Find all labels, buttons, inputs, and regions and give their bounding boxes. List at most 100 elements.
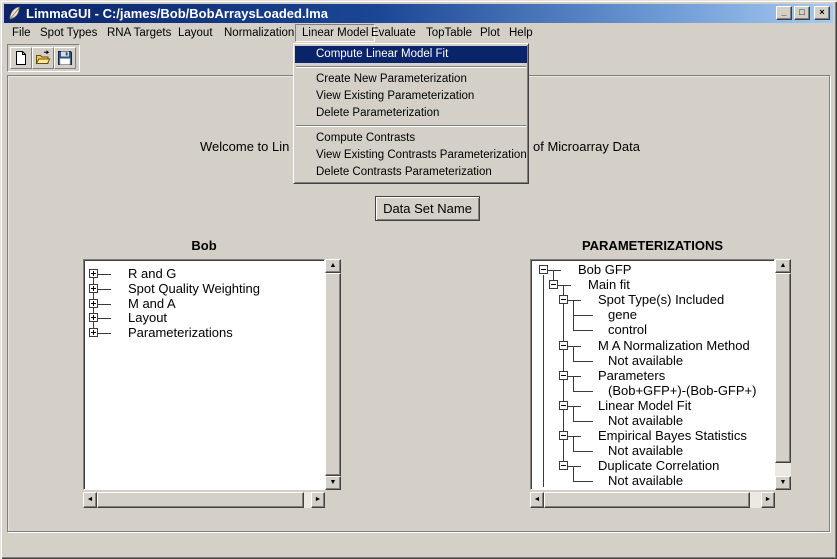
tree-line [98, 274, 111, 275]
menu-help[interactable]: Help [509, 25, 533, 41]
minimize-button[interactable]: _ [776, 6, 792, 20]
parameterizations-tree: Bob GFPMain fitSpot Type(s) Includedgene… [533, 262, 772, 487]
tree-node-label[interactable]: gene [608, 308, 637, 322]
right-vertical-scrollbar[interactable]: ▲ ▼ [775, 259, 791, 490]
tree-node-label[interactable]: Bob GFP [578, 263, 631, 277]
scroll-thumb[interactable] [97, 492, 304, 508]
tree-node-label[interactable]: Main fit [588, 278, 630, 292]
collapse-box-icon[interactable] [559, 461, 568, 470]
tree-node-label[interactable]: (Bob+GFP+)-(Bob-GFP+) [608, 384, 756, 398]
left-vertical-scrollbar[interactable]: ▲ ▼ [325, 259, 341, 490]
menu-normalization[interactable]: Normalization [224, 25, 294, 41]
expand-box-icon[interactable] [89, 284, 98, 293]
tree-node-label[interactable]: Parameterizations [128, 326, 233, 340]
scroll-left-icon[interactable]: ◄ [83, 492, 97, 508]
scroll-up-icon[interactable]: ▲ [325, 259, 341, 273]
welcome-text-left: Welcome to Lin [200, 139, 291, 155]
expand-box-icon[interactable] [89, 269, 98, 278]
window-title: LimmaGUI - C:/james/Bob/BobArraysLoaded.… [26, 6, 328, 21]
scroll-up-icon[interactable]: ▲ [775, 259, 791, 273]
open-file-icon [35, 50, 51, 66]
menu-spot-types[interactable]: Spot Types [40, 25, 97, 41]
expand-box-icon[interactable] [89, 328, 98, 337]
expand-box-icon[interactable] [89, 313, 98, 322]
menu-linear-model[interactable]: Linear Model [295, 24, 375, 42]
right-horizontal-scrollbar[interactable]: ◄ ► [530, 492, 775, 508]
menu-item-compute-linear-model-fit[interactable]: Compute Linear Model Fit [295, 46, 527, 63]
tree-node-label[interactable]: Not available [608, 354, 683, 368]
right-panel-title: PARAMETERIZATIONS [530, 238, 775, 254]
scroll-left-icon[interactable]: ◄ [530, 492, 544, 508]
menu-item-delete-contrasts-parameterization[interactable]: Delete Contrasts Parameterization [295, 164, 527, 181]
close-button[interactable]: × [814, 6, 830, 20]
linear-model-menu: Compute Linear Model Fit Create New Param… [293, 43, 529, 184]
title-bar[interactable]: LimmaGUI - C:/james/Bob/BobArraysLoaded.… [4, 4, 833, 23]
new-file-icon [13, 50, 29, 66]
parameterizations-tree-panel: Bob GFPMain fitSpot Type(s) Includedgene… [530, 259, 775, 490]
menu-item-view-existing-contrasts-parameterization[interactable]: View Existing Contrasts Parameterization [295, 147, 527, 164]
menu-file[interactable]: File [12, 25, 31, 41]
maximize-button[interactable]: □ [794, 6, 810, 20]
left-horizontal-scrollbar[interactable]: ◄ ► [83, 492, 325, 508]
toolbar [7, 44, 80, 72]
tree-node-label[interactable]: Empirical Bayes Statistics [598, 429, 747, 443]
tree-node-label[interactable]: Spot Quality Weighting [128, 282, 260, 296]
scroll-down-icon[interactable]: ▼ [775, 476, 791, 490]
tree-line [548, 270, 561, 271]
tree-node-label[interactable]: control [608, 323, 647, 337]
tree-line [573, 361, 593, 362]
menu-toptable[interactable]: TopTable [426, 25, 472, 41]
tree-node-label[interactable]: Duplicate Correlation [598, 459, 719, 473]
menu-item-compute-contrasts[interactable]: Compute Contrasts [295, 130, 527, 147]
expand-box-icon[interactable] [89, 299, 98, 308]
menu-separator [296, 125, 526, 127]
scroll-thumb[interactable] [544, 492, 750, 508]
menu-rna-targets[interactable]: RNA Targets [107, 25, 171, 41]
tree-line [573, 436, 574, 451]
save-file-button[interactable] [54, 47, 76, 69]
tree-node-label[interactable]: Not available [608, 414, 683, 428]
menu-layout[interactable]: Layout [178, 25, 213, 41]
tree-node-label[interactable]: Not available [608, 474, 683, 487]
collapse-box-icon[interactable] [559, 431, 568, 440]
tree-node-label[interactable]: Layout [128, 311, 167, 325]
tree-line [573, 391, 593, 392]
tree-node-label[interactable]: Spot Type(s) Included [598, 293, 724, 307]
menu-plot[interactable]: Plot [480, 25, 500, 41]
tree-node-label[interactable]: Not available [608, 444, 683, 458]
data-set-name-button[interactable]: Data Set Name [375, 196, 480, 221]
menu-item-delete-parameterization[interactable]: Delete Parameterization [295, 105, 527, 122]
left-panel-title: Bob [83, 238, 325, 254]
tree-line [98, 318, 111, 319]
collapse-box-icon[interactable] [539, 265, 548, 274]
tree-node-label[interactable]: Linear Model Fit [598, 399, 691, 413]
menu-evaluate[interactable]: Evaluate [371, 25, 416, 41]
tree-line [573, 406, 574, 421]
tree-line [568, 300, 581, 301]
collapse-box-icon[interactable] [549, 280, 558, 289]
menu-separator [296, 66, 526, 68]
menu-bar: File Spot Types RNA Targets Layout Normaliza… [4, 23, 833, 42]
collapse-box-icon[interactable] [559, 371, 568, 380]
tree-line [573, 421, 593, 422]
app-feather-icon [7, 6, 22, 21]
scroll-right-icon[interactable]: ► [311, 492, 325, 508]
tree-node-label[interactable]: Parameters [598, 369, 665, 383]
tree-node-label[interactable]: M and A [128, 297, 176, 311]
tree-line [573, 376, 574, 391]
scroll-right-icon[interactable]: ► [761, 492, 775, 508]
tree-node-label[interactable]: M A Normalization Method [598, 339, 750, 353]
new-file-button[interactable] [10, 47, 32, 69]
collapse-box-icon[interactable] [559, 401, 568, 410]
menu-item-view-existing-parameterization[interactable]: View Existing Parameterization [295, 88, 527, 105]
scroll-down-icon[interactable]: ▼ [325, 476, 341, 490]
tree-node-label[interactable]: R and G [128, 267, 176, 281]
menu-item-create-new-parameterization[interactable]: Create New Parameterization [295, 71, 527, 88]
collapse-box-icon[interactable] [559, 295, 568, 304]
scroll-thumb[interactable] [325, 273, 341, 476]
tree-line [568, 436, 581, 437]
open-file-button[interactable] [32, 47, 54, 69]
collapse-box-icon[interactable] [559, 341, 568, 350]
scroll-thumb[interactable] [775, 273, 791, 463]
tree-line [98, 289, 111, 290]
